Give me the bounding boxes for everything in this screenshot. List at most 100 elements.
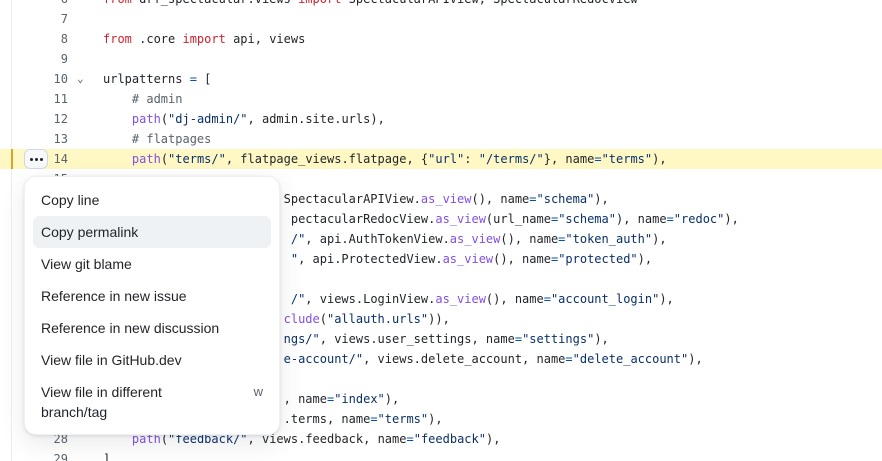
menu-item-view-git-blame[interactable]: View git blame — [33, 248, 271, 280]
code-token: ), — [428, 412, 443, 426]
line-number[interactable]: 12 — [0, 109, 68, 129]
code-token: SpectacularAPIView, SpectacularRedocView — [341, 0, 638, 6]
code-token: from — [103, 32, 132, 46]
code-token: , views.user_settings, name — [319, 332, 515, 346]
kebab-horizontal-icon — [29, 157, 43, 161]
code-token: ngs/" — [283, 332, 320, 346]
code-token: = — [529, 192, 537, 206]
code-token: = — [514, 332, 523, 346]
menu-item-copy-permalink[interactable]: Copy permalink — [33, 216, 271, 248]
code-token: ( — [160, 112, 169, 126]
code-text: urlpatterns = [ — [103, 69, 211, 89]
code-token: , api.AuthTokenView. — [305, 232, 450, 246]
code-text: path("dj-admin/", admin.site.urls), — [103, 109, 385, 129]
code-token: "account_login" — [550, 292, 660, 306]
code-token: urlpatterns — [103, 72, 190, 86]
code-token: "protected" — [558, 252, 638, 266]
code-token: as_view — [435, 212, 486, 226]
code-token: "terms/" — [168, 152, 226, 166]
code-token: "index" — [334, 392, 385, 406]
code-token: ), — [384, 392, 400, 406]
line-number[interactable]: 11 — [0, 89, 68, 109]
code-token: (), name — [485, 292, 544, 306]
code-token: "/terms/" — [478, 152, 544, 166]
menu-item-copy-line[interactable]: Copy line — [33, 184, 271, 216]
line-number[interactable]: 29 — [0, 449, 68, 461]
code-token: )), — [428, 312, 450, 326]
code-token: , flatpage_views.flatpage, { — [225, 152, 429, 166]
code-token: as_view — [420, 192, 472, 206]
code-text: ] — [103, 449, 110, 461]
code-token: /" — [290, 232, 306, 246]
code-line[interactable]: 6 from drf_spectacular.views import Spect… — [0, 0, 882, 9]
code-token: drf_spectacular.views — [132, 0, 298, 6]
code-token: (), name — [471, 192, 530, 206]
keyboard-shortcut: w — [253, 384, 263, 399]
code-text: # admin — [103, 89, 183, 109]
line-number[interactable]: 6 — [0, 0, 68, 9]
code-token: " — [290, 252, 299, 266]
code-token: /" — [290, 292, 306, 306]
code-token: clude — [283, 312, 320, 326]
code-token: , views.LoginView. — [305, 292, 436, 306]
code-token: from — [103, 0, 132, 6]
menu-item-view-in-github-dev[interactable]: View file in GitHub.dev — [33, 344, 271, 376]
code-token: "redoc" — [673, 212, 725, 226]
code-text: path("terms/", flatpage_views.flatpage, … — [103, 149, 667, 169]
code-token: path — [131, 112, 161, 126]
code-token: # admin — [131, 92, 183, 106]
code-line[interactable]: 7 — [0, 9, 882, 29]
code-token: , admin.site.urls), — [247, 112, 385, 126]
code-token: "schema" — [536, 192, 595, 206]
line-context-menu: Copy line Copy permalink View git blame … — [24, 176, 280, 435]
code-token: = — [594, 152, 602, 166]
code-token: "settings" — [522, 332, 595, 346]
code-token: # flatpages — [131, 132, 212, 146]
line-options-button[interactable] — [24, 149, 48, 169]
code-token: .core — [131, 32, 183, 46]
code-line[interactable]: 12 path("dj-admin/", admin.site.urls), — [0, 109, 882, 129]
line-number[interactable]: 13 — [0, 129, 68, 149]
fold-chevron-icon[interactable]: ⌄ — [77, 69, 89, 89]
code-line[interactable]: 10 ⌄ urlpatterns = [ — [0, 69, 882, 89]
line-number[interactable]: 7 — [0, 9, 68, 29]
code-token: api, views — [225, 32, 306, 46]
code-token: ), — [652, 152, 667, 166]
menu-item-reference-new-discussion[interactable]: Reference in new discussion — [33, 312, 271, 344]
menu-item-view-different-branch[interactable]: View file in different branch/tag w — [33, 376, 271, 420]
code-line[interactable]: 8 from .core import api, views — [0, 29, 882, 49]
code-token: }, name — [543, 152, 595, 166]
code-token: ), name — [615, 212, 667, 226]
code-token: ), — [637, 252, 653, 266]
code-text: from .core import api, views — [103, 29, 305, 49]
code-token: , views.delete_account, name — [363, 352, 566, 366]
code-token: ( — [319, 312, 327, 326]
code-line[interactable]: 13 # flatpages — [0, 129, 882, 149]
code-token: "url" — [428, 152, 465, 166]
code-token: [ — [196, 72, 212, 86]
code-token: "delete_account" — [572, 352, 689, 366]
code-text: # flatpages — [103, 129, 211, 149]
line-number[interactable]: 10 — [0, 69, 68, 89]
line-number[interactable]: 8 — [0, 29, 68, 49]
code-token: import — [182, 32, 226, 46]
code-line[interactable]: 29] — [0, 449, 882, 461]
code-line[interactable]: 11 # admin — [0, 89, 882, 109]
code-token: = — [543, 292, 551, 306]
code-token: ), — [724, 212, 739, 226]
line-number[interactable]: 9 — [0, 49, 68, 69]
code-token: ), — [688, 352, 703, 366]
code-token: "allauth.urls" — [326, 312, 429, 326]
code-token: = — [666, 212, 674, 226]
code-line[interactable]: 9 — [0, 49, 882, 69]
menu-item-reference-new-issue[interactable]: Reference in new issue — [33, 280, 271, 312]
code-line-highlighted[interactable]: 14 path("terms/", flatpage_views.flatpag… — [0, 149, 882, 169]
code-token: path — [131, 152, 161, 166]
code-token: = — [565, 352, 573, 366]
code-token: (url_name — [485, 212, 551, 226]
code-token: "token_auth" — [565, 232, 653, 246]
code-token: ), — [485, 432, 501, 446]
code-token: "dj-admin/" — [168, 112, 248, 126]
